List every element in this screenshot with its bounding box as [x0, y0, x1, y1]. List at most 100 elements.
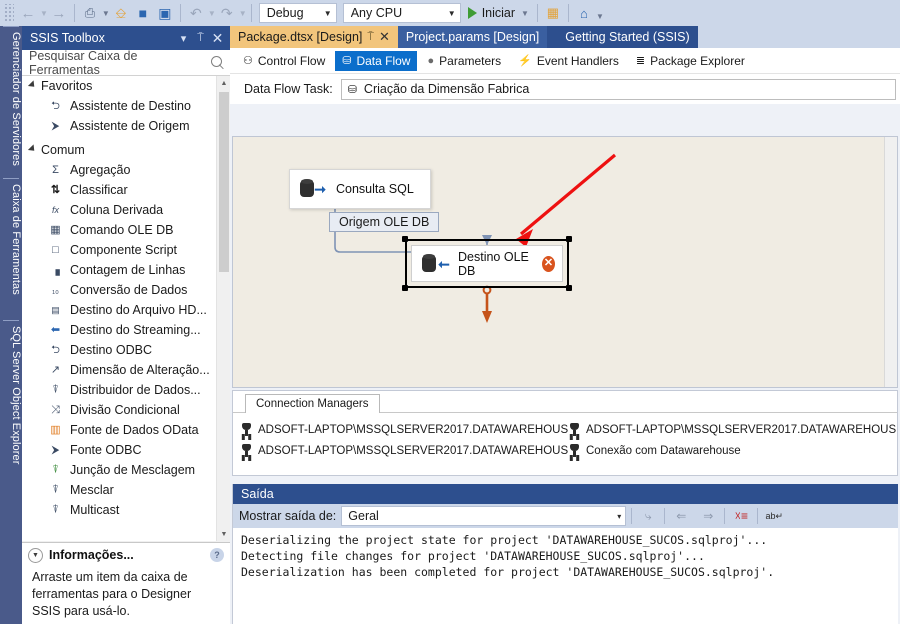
- toolbox-dropdown-icon[interactable]: ▾: [175, 32, 192, 45]
- toolbox-item-juncao-mesclagem[interactable]: ⍒ Junção de Mesclagem: [22, 460, 230, 480]
- vertical-tab-toolbox[interactable]: Caixa de Ferramentas: [0, 178, 22, 318]
- toolbox-item-classificar[interactable]: ⇅ Classificar: [22, 180, 230, 200]
- connection-manager-item[interactable]: ADSOFT-LAPTOP\MSSQLSERVER2017.DATAWAREHO…: [241, 419, 569, 440]
- toolbox-item-destino-odbc[interactable]: ⮌ Destino ODBC: [22, 340, 230, 360]
- toolbox-item-distribuidor-dados[interactable]: ⍒ Distribuidor de Dados...: [22, 380, 230, 400]
- help-icon[interactable]: ?: [210, 548, 224, 562]
- selection-handle[interactable]: [402, 236, 408, 242]
- toolbox-group-comum[interactable]: Comum: [22, 140, 230, 160]
- pin-icon[interactable]: ⍑: [367, 31, 374, 44]
- solution-configuration-combo[interactable]: Debug ▼: [258, 3, 337, 23]
- data-flow-canvas[interactable]: ➞ Consulta SQL Origem OLE DB ➞ Destino O…: [232, 136, 898, 388]
- close-icon[interactable]: ✕: [379, 29, 390, 45]
- find-next-button[interactable]: ⇒: [697, 506, 719, 526]
- vertical-tab-sql-object-explorer[interactable]: SQL Server Object Explorer: [0, 320, 22, 510]
- redo-dropdown-icon[interactable]: ▼: [239, 9, 247, 18]
- toolbox-group-label: Comum: [41, 143, 85, 157]
- connection-managers-tab[interactable]: Connection Managers: [245, 394, 380, 413]
- tab-getting-started[interactable]: Getting Started (SSIS): [557, 26, 698, 48]
- connection-manager-item[interactable]: ADSOFT-LAPTOP\MSSQLSERVER2017.DATAWAREHO…: [241, 440, 569, 461]
- canvas-surface[interactable]: ➞ Consulta SQL Origem OLE DB ➞ Destino O…: [233, 137, 897, 387]
- component-destino-ole-db[interactable]: ➞ Destino OLE DB ✕: [411, 245, 563, 282]
- open-file-icon[interactable]: ⎒: [110, 2, 132, 24]
- home-icon[interactable]: ⌂: [573, 2, 595, 24]
- tab-package-dtsx[interactable]: Package.dtsx [Design] ⍑ ✕: [230, 26, 398, 48]
- chevron-down-icon[interactable]: ▼: [521, 9, 529, 18]
- scroll-up-icon[interactable]: ▲: [217, 76, 230, 90]
- connection-manager-item[interactable]: ADSOFT-LAPTOP\MSSQLSERVER2017.DATAWAREHO…: [569, 419, 897, 440]
- toolbox-item-dimensao-alteracao[interactable]: ↗ Dimensão de Alteração...: [22, 360, 230, 380]
- component-consulta-sql[interactable]: ➞ Consulta SQL: [289, 169, 431, 209]
- data-flow-path-label[interactable]: Origem OLE DB: [329, 212, 440, 232]
- toolbox-item-conversao-dados[interactable]: ₁₀ Conversão de Dados: [22, 280, 230, 300]
- toolbox-item-agregacao[interactable]: Σ Agregação: [22, 160, 230, 180]
- close-icon[interactable]: ✕: [209, 30, 226, 47]
- connection-manager-label: ADSOFT-LAPTOP\MSSQLSERVER2017.DATAWAREHO…: [586, 423, 897, 436]
- toolbox-item-divisao-condicional[interactable]: ⤨ Divisão Condicional: [22, 400, 230, 420]
- selection-handle[interactable]: [566, 285, 572, 291]
- data-flow-task-label: Data Flow Task:: [244, 82, 333, 96]
- output-source-combo[interactable]: Geral ▾: [341, 506, 627, 526]
- toolbox-item-multicast[interactable]: ⍒ Multicast: [22, 500, 230, 520]
- chevron-down-icon[interactable]: ▼: [28, 547, 43, 563]
- toolbar-overflow-icon[interactable]: ▼: [596, 12, 604, 21]
- toolbox-item-fonte-dados-odata[interactable]: ▥ Fonte de Dados OData: [22, 420, 230, 440]
- toolbox-item-list[interactable]: Favoritos ⮌ Assistente de Destino ⮞ Assi…: [22, 76, 230, 541]
- toolbox-item-destino-arquivo-hdfs[interactable]: ▤ Destino do Arquivo HD...: [22, 300, 230, 320]
- new-item-icon[interactable]: ⎙: [79, 2, 101, 24]
- tab-parameters[interactable]: ● Parameters: [420, 51, 508, 71]
- toolbox-item-coluna-derivada[interactable]: fx Coluna Derivada: [22, 200, 230, 220]
- connection-manager-item[interactable]: Conexão com Datawarehouse: [569, 440, 897, 461]
- error-badge-icon[interactable]: ✕: [542, 255, 555, 272]
- undo-dropdown-icon[interactable]: ▼: [208, 9, 216, 18]
- navigate-back-dropdown-icon[interactable]: ▼: [40, 9, 48, 18]
- pin-icon[interactable]: ⍑: [192, 32, 209, 45]
- selection-handle[interactable]: [566, 236, 572, 242]
- navigate-forward-icon[interactable]: →: [48, 2, 70, 24]
- tab-project-params[interactable]: Project.params [Design]: [397, 26, 548, 48]
- tab-control-flow[interactable]: ⚇ Control Flow: [236, 51, 332, 71]
- canvas-vertical-scrollbar[interactable]: [884, 137, 897, 387]
- toolbox-item-comando-oledb[interactable]: ▦ Comando OLE DB: [22, 220, 230, 240]
- toolbar-grip[interactable]: [4, 4, 14, 22]
- tab-package-explorer[interactable]: ≣ Package Explorer: [629, 51, 752, 71]
- scroll-down-icon[interactable]: ▼: [217, 527, 230, 541]
- connection-icon: [569, 423, 580, 436]
- start-debug-button[interactable]: Iniciar ▼: [464, 2, 533, 24]
- new-item-dropdown-icon[interactable]: ▼: [102, 9, 110, 18]
- connection-icon: [241, 423, 252, 436]
- tab-event-handlers[interactable]: ⚡ Event Handlers: [511, 51, 626, 71]
- toolbox-scrollbar[interactable]: ▲ ▼: [216, 76, 230, 541]
- output-line: Detecting file changes for project 'DATA…: [241, 549, 705, 563]
- toolbox-item-assistente-destino[interactable]: ⮌ Assistente de Destino: [22, 96, 230, 116]
- clear-all-button[interactable]: ☓≡: [730, 506, 752, 526]
- tab-data-flow[interactable]: ⛁ Data Flow: [335, 50, 418, 71]
- connection-managers-list[interactable]: ADSOFT-LAPTOP\MSSQLSERVER2017.DATAWAREHO…: [233, 413, 897, 461]
- save-all-icon[interactable]: ▣: [154, 2, 176, 24]
- go-to-source-button[interactable]: ⤷: [637, 506, 659, 526]
- toolbox-item-fonte-odbc[interactable]: ⮞ Fonte ODBC: [22, 440, 230, 460]
- selection-handle[interactable]: [402, 285, 408, 291]
- toolbox-item-label: Distribuidor de Dados...: [70, 383, 201, 397]
- undo-icon[interactable]: ↶: [185, 2, 207, 24]
- toggle-word-wrap-button[interactable]: ab↵: [763, 506, 785, 526]
- info-panel-header[interactable]: ▼ Informações... ?: [22, 543, 230, 567]
- find-previous-button[interactable]: ⇐: [670, 506, 692, 526]
- scrollbar-thumb[interactable]: [219, 92, 229, 272]
- save-icon[interactable]: ■: [132, 2, 154, 24]
- toolbox-item-componente-script[interactable]: □ Componente Script: [22, 240, 230, 260]
- redo-icon[interactable]: ↷: [216, 2, 238, 24]
- data-flow-task-combo[interactable]: ⛁ Criação da Dimensão Fabrica: [340, 78, 896, 100]
- solution-platform-combo[interactable]: Any CPU ▼: [342, 3, 461, 23]
- toolbox-search-placeholder: Pesquisar Caixa de Ferramentas: [29, 48, 138, 77]
- toolbox-search-input[interactable]: Pesquisar Caixa de Ferramentas: [22, 48, 230, 77]
- toolbox-item-contagem-linhas[interactable]: ▗ Contagem de Linhas: [22, 260, 230, 280]
- toolbox-item-destino-streaming[interactable]: ⬅ Destino do Streaming...: [22, 320, 230, 340]
- vertical-tab-server-explorer[interactable]: Gerenciador de Servidores: [0, 26, 22, 176]
- toolbox-group-favoritos[interactable]: Favoritos: [22, 76, 230, 96]
- navigate-back-icon[interactable]: ←: [17, 2, 39, 24]
- find-icon[interactable]: ▦: [542, 2, 564, 24]
- toolbox-item-mesclar[interactable]: ⍒ Mesclar: [22, 480, 230, 500]
- output-text-area[interactable]: Deserializing the project state for proj…: [233, 528, 898, 580]
- toolbox-item-assistente-origem[interactable]: ⮞ Assistente de Origem: [22, 116, 230, 136]
